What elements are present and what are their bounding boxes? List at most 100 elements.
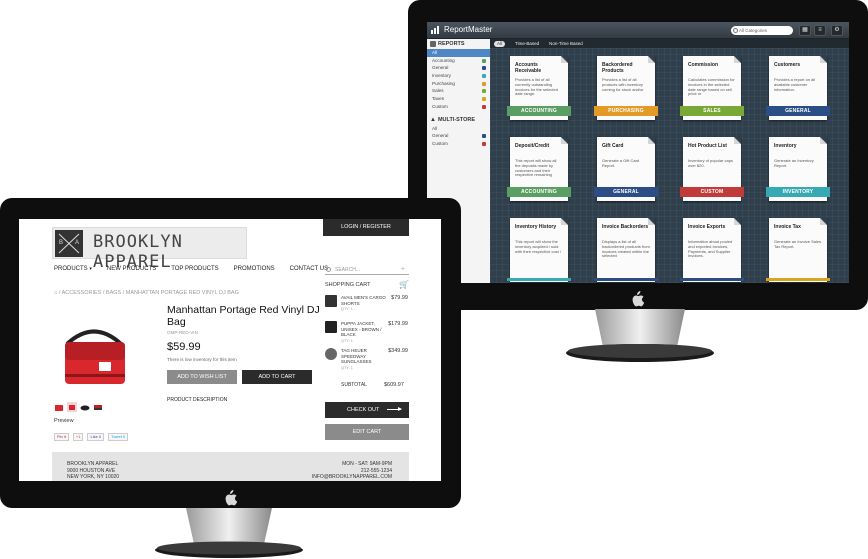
report-category-ribbon: ACCOUNTING <box>507 187 571 197</box>
report-card[interactable]: Gift Card Generate a Gift Card Report. GEN… <box>594 137 658 201</box>
report-category-ribbon: INVENTORY <box>766 187 830 197</box>
checkout-label: CHECK OUT <box>347 407 380 413</box>
search-submit-icon[interactable]: + <box>401 265 405 275</box>
category-search-input[interactable]: All Categories <box>731 26 793 35</box>
cart-item-quantity: QTY: 1 <box>341 339 353 343</box>
chevron-down-icon: ▾ <box>89 266 92 272</box>
sidebar-report-category-item[interactable]: General <box>427 64 490 72</box>
cart-item-price: $79.99 <box>391 295 408 301</box>
pinterest-button[interactable]: Pin it <box>54 433 69 441</box>
report-category-label: ACCOUNTING <box>521 108 557 114</box>
report-card-title: Invoice Backorders <box>602 224 649 230</box>
report-category-ribbon: GENERAL <box>594 187 658 197</box>
stock-note: There is low inventory for this item <box>167 357 237 362</box>
report-card[interactable]: Accounts Receivable Provides a list of al… <box>507 56 571 120</box>
checkout-button[interactable]: CHECK OUT <box>325 402 409 418</box>
tweet-button[interactable]: Tweet 0 <box>108 433 129 441</box>
report-category-ribbon: ACCOUNTING <box>507 106 571 116</box>
report-card[interactable]: Deposit/Credit This report will show all … <box>507 137 571 201</box>
edit-cart-button[interactable]: EDIT CART <box>325 424 409 440</box>
cart-item[interactable]: AVAIL MEN'S CARGO SHORTS QTY: 1 $79.99 <box>325 292 411 320</box>
report-card[interactable]: Invoice Tax Generate an Invoice Sales Tax… <box>766 218 830 282</box>
facebook-like-button[interactable]: Like 0 <box>87 433 105 441</box>
search-icon <box>733 27 738 33</box>
multistore-heading: ▲ MULTI-STORE <box>427 115 490 125</box>
report-card-grid: Accounts Receivable Provides a list of al… <box>490 48 849 283</box>
reportmaster-brand[interactable]: ReportMaster <box>431 25 492 34</box>
social-share-buttons: Pin it +1 Like 0 Tweet 0 <box>54 433 129 441</box>
nav-top-products[interactable]: TOP PRODUCTS <box>171 266 218 272</box>
sidebar-report-category-item[interactable]: Accounting <box>427 57 490 65</box>
cart-item[interactable]: TAG HEUER SPEEDWAY SUNGLASSES QTY: 1 $349.… <box>325 345 411 373</box>
sidebar-report-category-item-label: All <box>432 50 438 55</box>
product-description-label[interactable]: PRODUCT DESCRIPTION <box>167 397 227 403</box>
report-category-label: GENERAL <box>613 189 639 195</box>
report-card-title: Commission <box>688 62 719 68</box>
category-color-swatch <box>482 66 486 71</box>
cart-item[interactable]: PUPPA JACKET, UNISEX - BROWN / BLACK QTY:… <box>325 318 411 346</box>
grid-view-icon[interactable]: ▦ <box>799 25 811 36</box>
report-card[interactable]: Hot Product List Inventory of popular cap… <box>680 137 744 201</box>
category-color-swatch <box>482 58 486 63</box>
nav-new-products[interactable]: NEW PRODUCTS <box>107 266 156 272</box>
logo-badge-icon: B A <box>55 230 83 257</box>
product-price: $59.99 <box>167 341 201 353</box>
settings-gear-icon[interactable]: ⚙ <box>831 25 843 36</box>
product-image[interactable] <box>57 314 132 389</box>
sidebar-multistore-category-item[interactable]: General <box>427 132 490 140</box>
report-card[interactable]: Inventory History This report will show t… <box>507 218 571 282</box>
store-search-input[interactable]: SEARCH... + <box>325 265 409 275</box>
footer-store-name: BROOKLYN APPAREL <box>67 461 119 467</box>
nav-products[interactable]: PRODUCTS ▾ <box>54 266 92 272</box>
nav-contact-us[interactable]: CONTACT US <box>290 266 328 272</box>
add-to-cart-button[interactable]: ADD TO CART <box>242 370 312 384</box>
sidebar-multistore-category-item[interactable]: Custom <box>427 140 490 148</box>
product-sku: OMP-RED-VIN <box>167 330 198 335</box>
report-category-label: CUSTOM <box>700 189 724 195</box>
thumbnail-4[interactable] <box>93 402 103 412</box>
thumbnail-2[interactable] <box>67 402 77 412</box>
tab-time-based[interactable]: Time-Based <box>515 41 539 46</box>
sidebar-report-category-item[interactable]: Purchasing <box>427 80 490 88</box>
report-card[interactable]: Inventory Generate an Inventory Report. IN… <box>766 137 830 201</box>
sidebar-report-category-item[interactable]: Custom <box>427 103 490 111</box>
list-view-icon[interactable]: ≡ <box>814 25 826 36</box>
report-card-description: Inventory of popular caps over $20. <box>688 158 733 168</box>
report-card-title: Hot Product List <box>688 143 727 149</box>
apple-logo-icon <box>632 291 644 307</box>
report-card[interactable]: Invoice Backorders Displays a list of all… <box>594 218 658 282</box>
report-card-title: Customers <box>774 62 801 68</box>
report-card[interactable]: Customers Provides a report on all availa… <box>766 56 830 120</box>
report-card-description: Generate an Invoice Sales Tax Report. <box>774 239 822 249</box>
breadcrumb-path[interactable]: / ACCESSORIES / BAGS / MANHATTAN PORTAGE… <box>59 290 239 296</box>
home-icon[interactable]: ⌂ <box>54 290 57 296</box>
sidebar-report-category-item[interactable]: Taxes <box>427 95 490 103</box>
thumbnail-3[interactable] <box>80 402 90 412</box>
report-card[interactable]: Backordered Products Provides a list of a… <box>594 56 658 120</box>
sidebar-report-category-item[interactable]: Sales <box>427 87 490 95</box>
nav-promotions[interactable]: PROMOTIONS <box>234 266 275 272</box>
report-category-ribbon <box>766 278 830 281</box>
report-category-ribbon <box>680 278 744 281</box>
report-category-ribbon: CUSTOM <box>680 187 744 197</box>
sidebar-multistore-category-item[interactable]: All <box>427 125 490 133</box>
tab-all[interactable]: All <box>494 40 506 47</box>
report-category-label: ACCOUNTING <box>521 189 557 195</box>
google-plus-button[interactable]: +1 <box>72 433 84 441</box>
bar-chart-icon <box>431 26 439 34</box>
sidebar-report-category-item[interactable]: Inventory <box>427 72 490 80</box>
report-category-label: GENERAL <box>785 108 811 114</box>
report-card-title: Deposit/Credit <box>515 143 550 149</box>
login-register-button[interactable]: LOGIN / REGISTER <box>323 219 409 236</box>
sidebar-report-category-item[interactable]: All <box>427 49 490 57</box>
store-logo[interactable]: B A BROOKLYN APPAREL <box>52 227 247 272</box>
front-monitor: B A BROOKLYN APPAREL LOGIN / REGISTER PR… <box>0 198 461 508</box>
tab-non-time-based[interactable]: Non-Time Based <box>549 41 583 46</box>
thumbnail-1[interactable] <box>54 402 64 412</box>
report-card[interactable]: Commission Calculates commission for invo… <box>680 56 744 120</box>
footer-email[interactable]: INFO@BROOKLYNAPPAREL.COM <box>312 474 392 481</box>
report-card[interactable]: Invoice Exports Information about pooled … <box>680 218 744 282</box>
add-to-wishlist-button[interactable]: ADD TO WISH LIST <box>167 370 237 384</box>
cart-icon[interactable]: 🛒 <box>399 280 409 289</box>
sidebar-report-category-item-label: Accounting <box>432 57 455 63</box>
